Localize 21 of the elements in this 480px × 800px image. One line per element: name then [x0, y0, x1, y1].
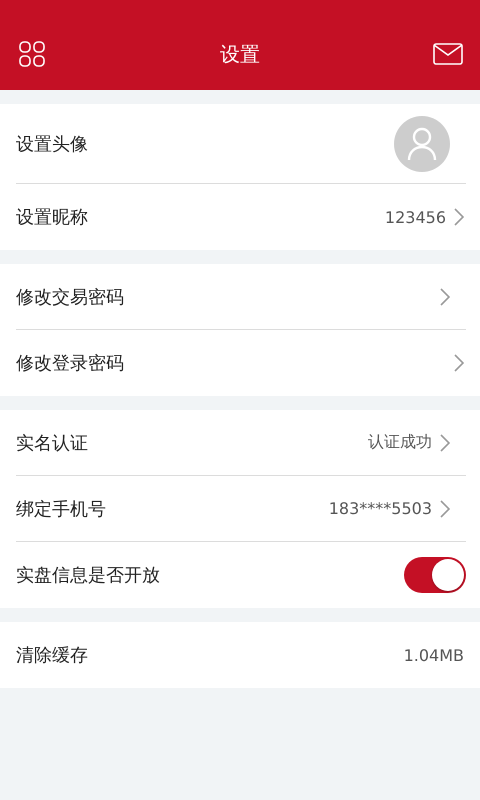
chevron-right-icon	[454, 354, 464, 372]
row-label[interactable]: 绑定手机号	[16, 496, 106, 520]
row-label[interactable]: 设置昵称	[16, 205, 88, 229]
row-label[interactable]: 设置头像	[16, 132, 88, 156]
toggle-switch[interactable]	[404, 557, 466, 593]
row-label[interactable]: 实名认证	[16, 430, 88, 454]
person-icon	[407, 126, 437, 160]
row-label[interactable]: 实盘信息是否开放	[16, 563, 160, 587]
row-value: 认证成功	[368, 432, 432, 453]
row-label[interactable]: 清除缓存	[16, 643, 88, 667]
chevron-right-icon	[454, 208, 464, 226]
row-label[interactable]: 修改登录密码	[16, 351, 124, 375]
row-label[interactable]: 修改交易密码	[16, 284, 124, 308]
row-value: 183****5503	[328, 499, 432, 518]
chevron-right-icon	[440, 500, 450, 518]
chevron-right-icon	[440, 288, 450, 306]
row-value: 123456	[384, 208, 446, 226]
grid-icon[interactable]	[16, 38, 48, 70]
row-value: 1.04MB	[404, 646, 464, 664]
page-title: 设置	[220, 40, 260, 68]
chevron-right-icon	[440, 434, 450, 452]
